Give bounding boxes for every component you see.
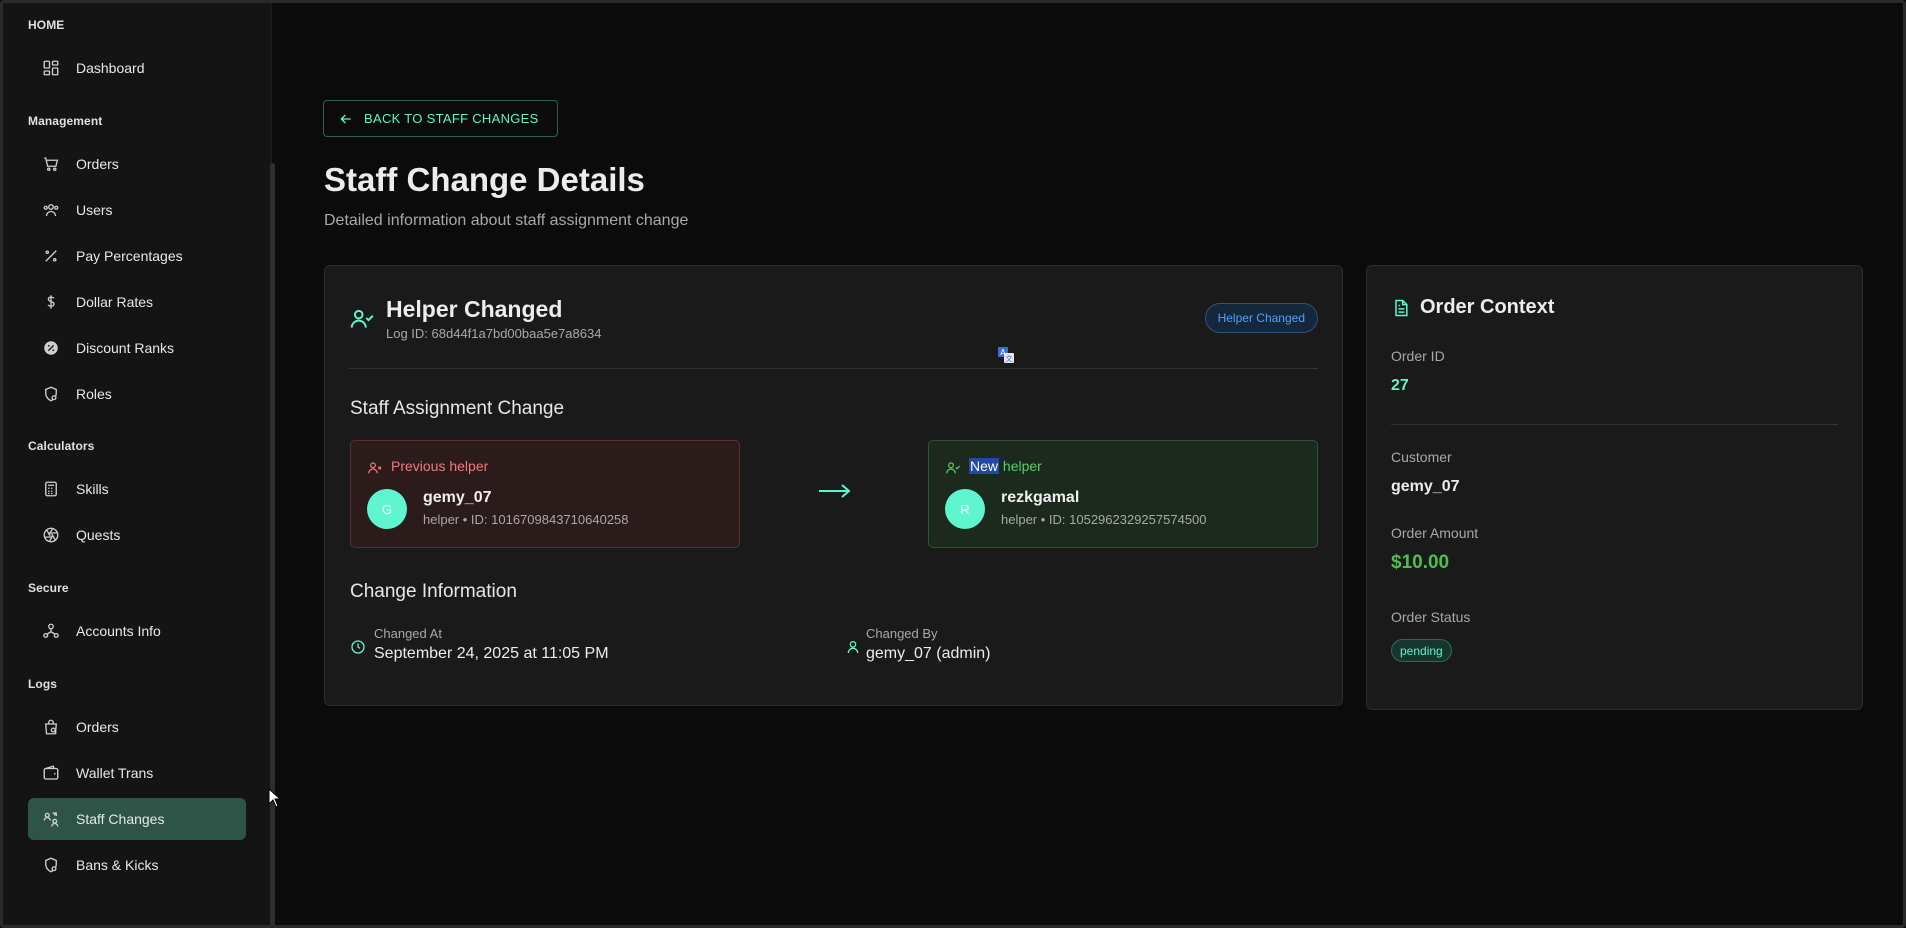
sidebar-item-label: Roles [76,386,112,402]
swap-users-icon [42,810,60,828]
header-divider [349,368,1318,369]
sidebar-item-bans-kicks[interactable]: Bans & Kicks [28,844,246,886]
new-helper-meta: helper • ID: 1052962329257574500 [1001,512,1207,527]
app-window: HOME Dashboard Management Orders Users P… [0,0,1906,928]
dashboard-icon [42,59,60,77]
changed-at-label: Changed At [374,626,442,641]
sidebar-item-roles[interactable]: Roles [28,373,246,415]
sidebar-item-label: Skills [76,481,109,497]
changed-at-value: September 24, 2025 at 11:05 PM [374,645,609,662]
order-amount-value: $10.00 [1391,552,1450,573]
sidebar-item-label: Discount Ranks [76,340,175,356]
selected-text: New [969,458,1000,474]
page-title: Staff Change Details [324,161,645,198]
sidebar-item-label: Quests [76,527,121,543]
sidebar-item-accounts-info[interactable]: Accounts Info [28,610,246,652]
order-amount-label: Order Amount [1391,525,1479,541]
user-check-icon [946,462,961,474]
back-button-label: BACK TO STAFF CHANGES [364,111,539,126]
sidebar-item-quests[interactable]: Quests [28,514,246,556]
network-icon [42,622,60,640]
sidebar-item-wallet-trans[interactable]: Wallet Trans [28,752,246,794]
sidebar-item-orders[interactable]: Orders [28,143,246,185]
order-id-value[interactable]: 27 [1391,377,1409,395]
calculator-icon [42,480,60,498]
section-title-home: HOME [28,18,65,32]
mouse-cursor-icon [268,788,282,808]
sidebar-item-label: Bans & Kicks [76,857,159,873]
dollar-icon [42,293,60,311]
customer-label: Customer [1391,449,1452,465]
order-status-badge: pending [1391,639,1452,662]
back-to-staff-changes-button[interactable]: BACK TO STAFF CHANGES [323,100,558,137]
sidebar-item-dashboard[interactable]: Dashboard [28,47,246,89]
user-remove-icon [368,462,382,474]
customer-value: gemy_07 [1391,478,1460,495]
sidebar-item-label: Wallet Trans [76,765,154,781]
sidebar-item-label: Accounts Info [76,623,161,639]
previous-helper-label: Previous helper [391,458,489,474]
sidebar-item-label: Users [76,202,113,218]
sidebar-item-dollar-rates[interactable]: Dollar Rates [28,281,246,323]
shopping-bag-search-icon [42,718,60,736]
section-title-secure: Secure [28,581,69,595]
cart-icon [42,155,60,173]
document-icon [1395,299,1408,317]
section-title-logs: Logs [28,677,58,691]
order-status-label: Order Status [1391,609,1471,625]
assignment-heading: Staff Assignment Change [350,398,565,419]
section-title-management: Management [28,114,103,128]
staff-change-card: Helper Changed Log ID: 68d44f1a7bd00baa5… [324,265,1343,706]
log-id: Log ID: 68d44f1a7bd00baa5e7a8634 [386,326,602,341]
sidebar-item-pay-percentages[interactable]: Pay Percentages [28,235,246,277]
sidebar-item-staff-changes[interactable]: Staff Changes [28,798,246,840]
sidebar-item-users[interactable]: Users [28,189,246,231]
sidebar-item-label: Orders [76,156,119,172]
clock-icon [351,640,365,654]
sidebar-item-skills[interactable]: Skills [28,468,246,510]
change-info-heading: Change Information [350,581,517,602]
shield-icon [42,385,60,403]
user-check-icon [350,309,374,328]
sidebar: HOME Dashboard Management Orders Users P… [3,3,275,925]
previous-helper-card: Previous helper G gemy_07 helper • ID: 1… [350,440,740,548]
sidebar-item-label: Pay Percentages [76,248,183,264]
avatar: R [945,489,985,529]
avatar: G [367,489,407,529]
order-context-title: Order Context [1420,296,1555,318]
sidebar-item-label: Staff Changes [76,811,165,827]
arrow-right-icon [819,484,851,498]
order-context-card: Order Context Order ID 27 Customer gemy_… [1366,265,1863,710]
arrow-left-icon [340,114,351,123]
discount-icon [42,339,60,357]
aperture-icon [42,526,60,544]
shield-ban-icon [42,856,60,874]
sidebar-item-discount-ranks[interactable]: Discount Ranks [28,327,246,369]
translate-icon[interactable]: A文 [997,346,1015,364]
previous-helper-name: gemy_07 [423,489,492,506]
new-helper-label: New helper [969,458,1042,474]
changed-by-label: Changed By [866,626,938,641]
status-badge: Helper Changed [1204,303,1318,333]
sidebar-item-label: Dollar Rates [76,294,154,310]
order-id-label: Order ID [1391,348,1445,364]
new-helper-card: New helper R rezkgamal helper • ID: 1052… [928,440,1318,548]
sidebar-item-label: Dashboard [76,60,145,76]
wallet-icon [42,764,60,782]
previous-helper-meta: helper • ID: 1016709843710640258 [423,512,629,527]
changed-by-value: gemy_07 (admin) [866,645,991,662]
user-icon [847,641,859,654]
new-helper-label-rest: helper [999,458,1042,474]
section-title-calculators: Calculators [28,439,95,453]
sidebar-item-logs-orders[interactable]: Orders [28,706,246,748]
sidebar-item-label: Orders [76,719,119,735]
page-subtitle: Detailed information about staff assignm… [324,212,689,229]
order-divider [1391,424,1838,425]
new-helper-name: rezkgamal [1001,489,1080,506]
svg-text:文: 文 [1006,354,1013,363]
sidebar-scrollbar[interactable] [270,163,275,925]
percent-icon [42,247,60,265]
card-title: Helper Changed [386,296,563,322]
users-icon [42,201,60,219]
